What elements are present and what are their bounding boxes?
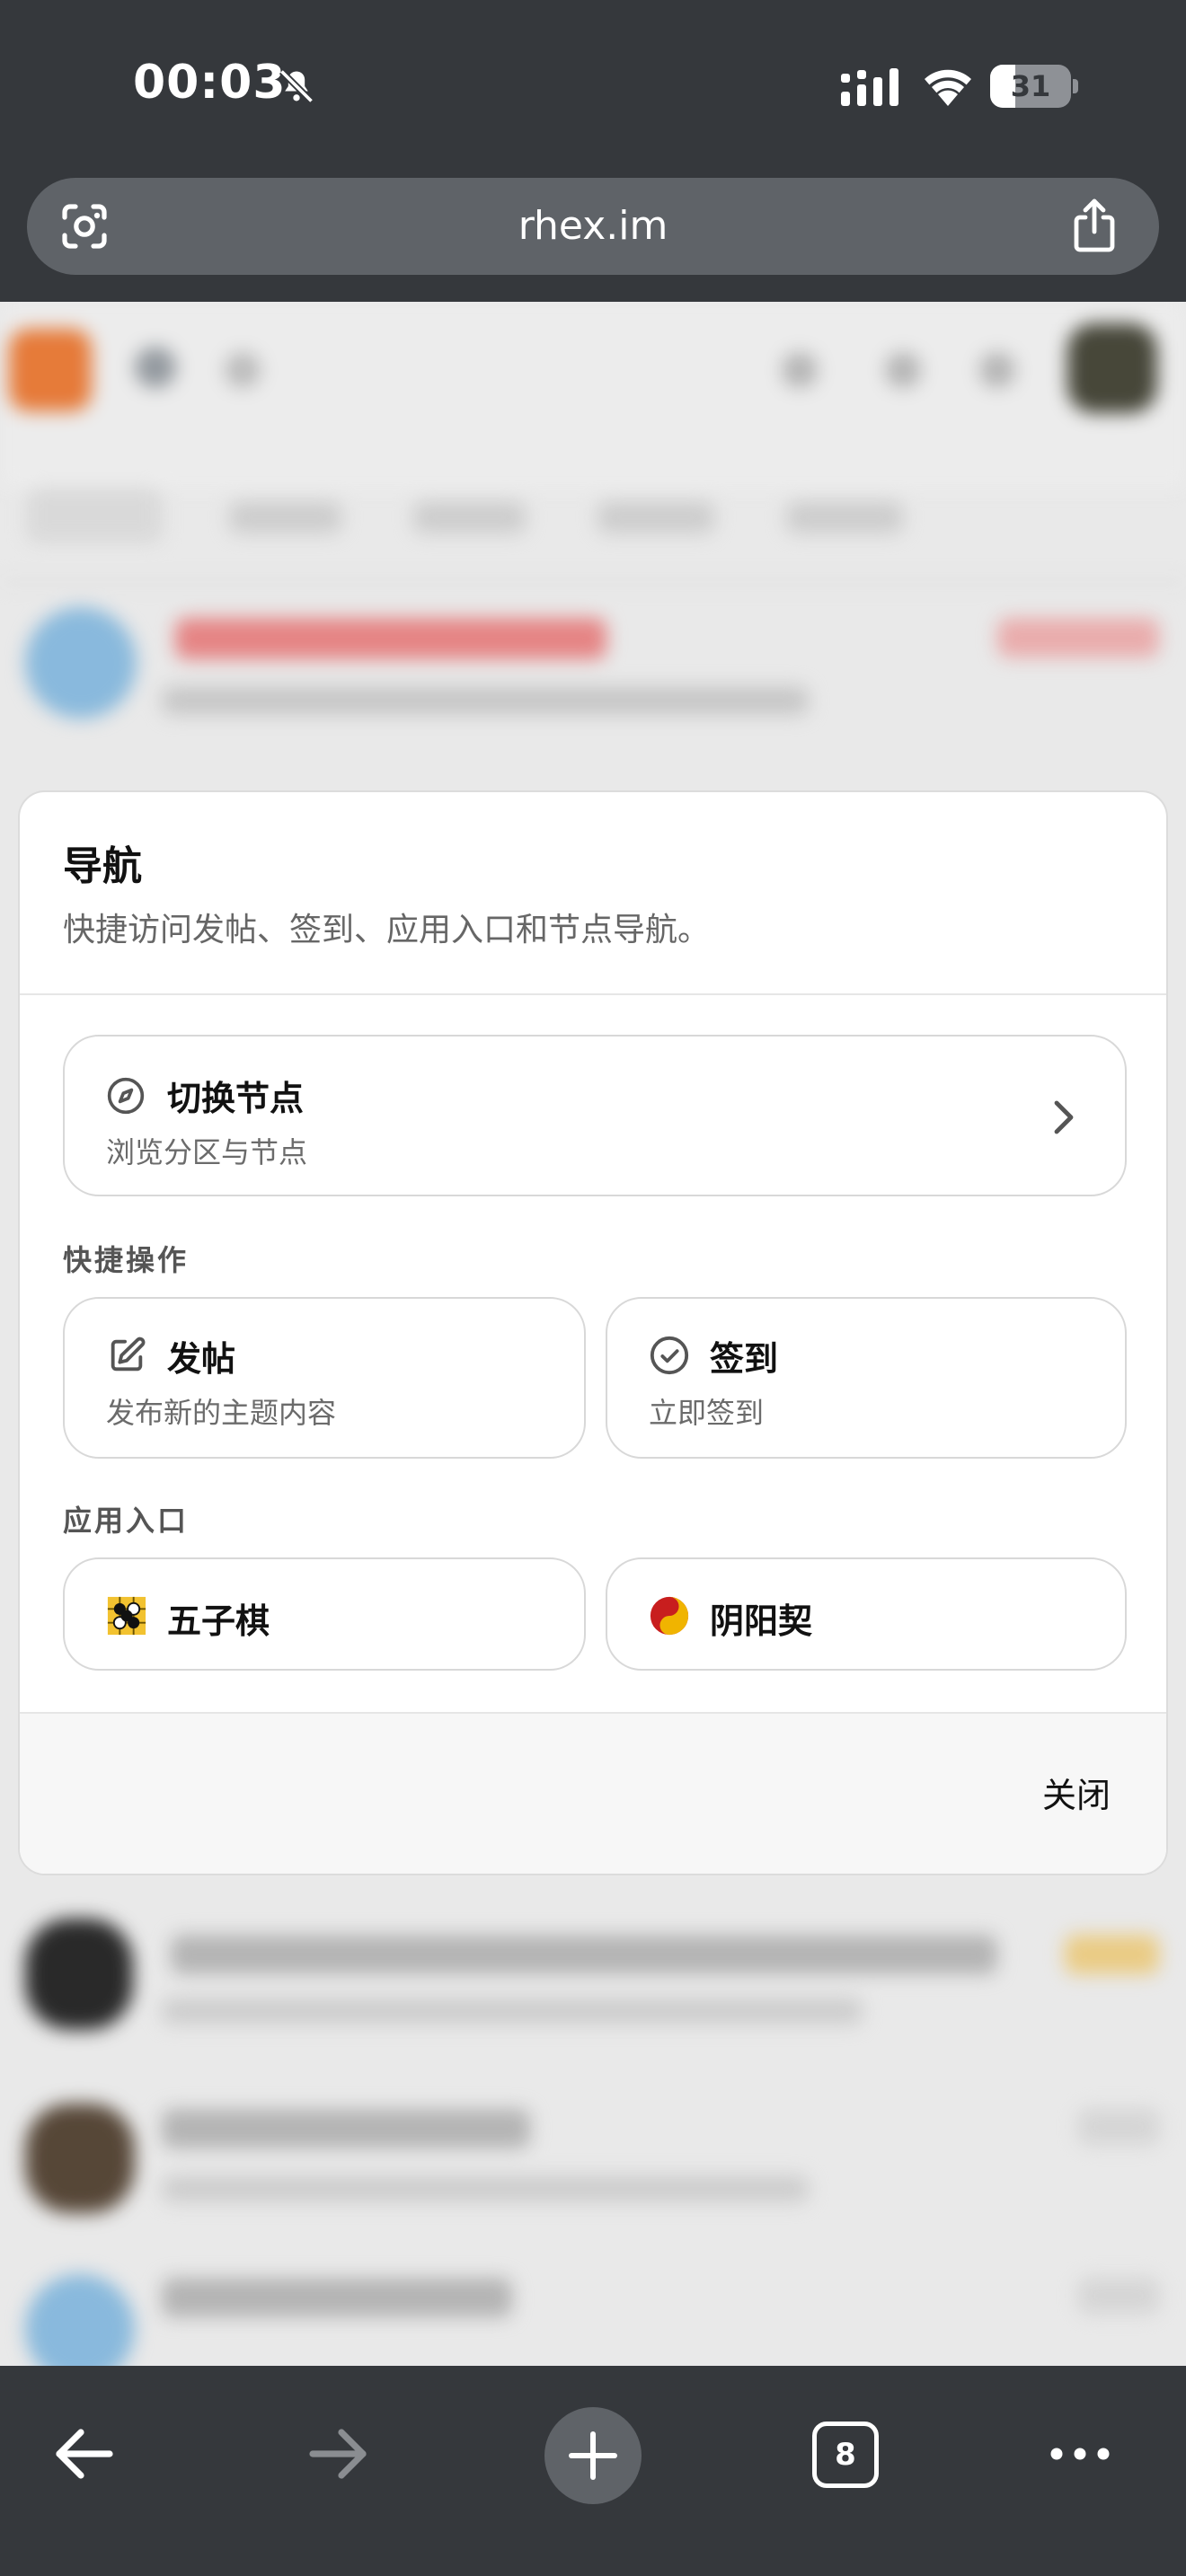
new-tab-button[interactable] <box>544 2407 642 2504</box>
more-menu-icon[interactable] <box>1048 2445 1112 2463</box>
bell-muted-icon <box>279 68 314 104</box>
switch-node-subtitle: 浏览分区与节点 <box>106 1135 308 1169</box>
chevron-right-icon <box>1054 1100 1074 1134</box>
post-subtitle: 发布新的主题内容 <box>106 1396 337 1430</box>
edit-icon <box>111 1337 146 1372</box>
yinyang-app-button[interactable]: 阴阳契 <box>606 1557 1127 1671</box>
wifi-icon <box>925 69 971 106</box>
checkin-button[interactable]: 签到 立即签到 <box>606 1297 1127 1459</box>
yinyang-title: 阴阳契 <box>710 1601 813 1641</box>
yin-yang-icon <box>650 1596 689 1636</box>
close-button[interactable]: 关闭 <box>1042 1768 1111 1817</box>
modal-divider <box>20 993 1166 995</box>
back-arrow-icon[interactable] <box>52 2422 117 2486</box>
modal-footer: 关闭 <box>20 1712 1166 1874</box>
battery-indicator: 31 <box>990 65 1078 108</box>
quick-actions-heading: 快捷操作 <box>63 1243 190 1277</box>
switch-node-button[interactable]: 切换节点 浏览分区与节点 <box>63 1035 1127 1196</box>
browser-top-chrome: 00:03 31 rhex.im <box>0 0 1186 302</box>
modal-title: 导航 <box>63 843 142 889</box>
post-button[interactable]: 发帖 发布新的主题内容 <box>63 1297 586 1459</box>
tab-switcher-button[interactable]: 8 <box>812 2422 879 2488</box>
battery-percent: 31 <box>1010 69 1051 103</box>
url-text[interactable]: rhex.im <box>27 178 1159 275</box>
gomoku-icon <box>107 1596 146 1636</box>
modal-subtitle: 快捷访问发帖、签到、应用入口和节点导航。 <box>63 912 711 948</box>
gomoku-app-button[interactable]: 五子棋 <box>63 1557 586 1671</box>
navigation-modal: 导航 快捷访问发帖、签到、应用入口和节点导航。 切换节点 浏览分区与节点 快捷操… <box>18 790 1168 1875</box>
share-icon[interactable] <box>1069 198 1120 253</box>
browser-bottom-toolbar: 8 <box>0 2366 1186 2576</box>
checkin-subtitle: 立即签到 <box>649 1396 765 1430</box>
check-circle-icon <box>650 1336 689 1375</box>
plus-icon <box>569 2431 617 2480</box>
post-title: 发帖 <box>167 1339 236 1379</box>
address-bar[interactable]: rhex.im <box>27 178 1159 275</box>
checkin-title: 签到 <box>710 1339 779 1379</box>
cellular-signal-icon <box>841 68 898 106</box>
forward-arrow-icon[interactable] <box>305 2422 370 2486</box>
switch-node-title: 切换节点 <box>167 1079 305 1118</box>
status-time: 00:03 <box>133 56 287 110</box>
apps-heading: 应用入口 <box>63 1504 190 1538</box>
compass-icon <box>107 1077 145 1115</box>
gomoku-title: 五子棋 <box>167 1601 270 1641</box>
